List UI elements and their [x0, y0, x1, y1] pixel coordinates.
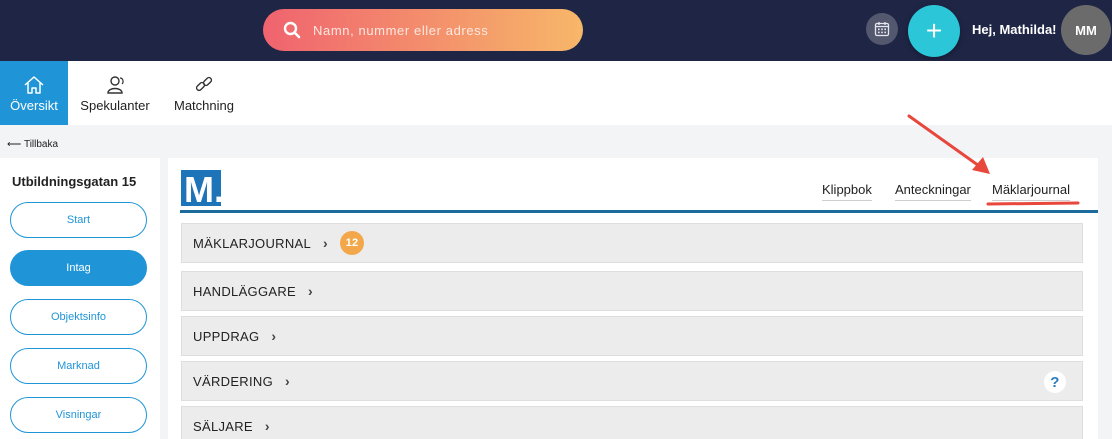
- property-sidebar: Utbildningsgatan 15 Start Intag Objektsi…: [0, 158, 160, 439]
- tab-label: Klippbok: [822, 182, 872, 197]
- tab-underline: [822, 200, 872, 201]
- users-icon: [103, 74, 127, 96]
- tab-underline: [895, 200, 971, 201]
- nav-item-oversikt[interactable]: Översikt: [0, 61, 68, 125]
- section-label: SÄLJARE: [193, 418, 253, 434]
- back-link[interactable]: ⟵ Tillbaka: [7, 139, 58, 150]
- header-divider: [180, 210, 1098, 213]
- chevron-right-icon: ›: [323, 235, 329, 251]
- tab-underline: [992, 200, 1071, 201]
- arrow-left-icon: ⟵: [7, 139, 22, 150]
- sidebar-button-marknad[interactable]: Marknad: [10, 348, 147, 384]
- add-button[interactable]: +: [908, 5, 960, 57]
- section-vardering[interactable]: VÄRDERING › ?: [181, 361, 1083, 401]
- section-label: UPPDRAG: [193, 328, 260, 344]
- avatar[interactable]: MM: [1061, 5, 1111, 55]
- chevron-right-icon: ›: [271, 328, 277, 344]
- company-logo: M.: [181, 170, 224, 206]
- main-nav: Översikt Spekulanter Matchning: [0, 61, 1112, 125]
- sidebar-button-visningar[interactable]: Visningar: [10, 397, 147, 433]
- property-title: Utbildningsgatan 15: [12, 174, 137, 189]
- chevron-right-icon: ›: [285, 373, 290, 389]
- section-label: MÄKLARJOURNAL: [193, 235, 312, 251]
- section-label: VÄRDERING: [193, 373, 273, 389]
- nav-item-spekulanter[interactable]: Spekulanter: [74, 61, 156, 125]
- search-bar[interactable]: Namn, nummer eller adress: [263, 9, 583, 51]
- main-panel: M. Klippbok Anteckningar Mäklarjournal M…: [168, 158, 1098, 439]
- calendar-icon: [874, 22, 890, 37]
- section-handlaggare[interactable]: HANDLÄGGARE ›: [181, 271, 1083, 311]
- sidebar-button-start[interactable]: Start: [10, 202, 147, 238]
- nav-item-matchning[interactable]: Matchning: [168, 61, 240, 125]
- search-input[interactable]: Namn, nummer eller adress: [313, 23, 488, 38]
- help-icon[interactable]: ?: [1044, 371, 1066, 393]
- section-saljare[interactable]: SÄLJARE ›: [181, 406, 1083, 439]
- search-icon: [283, 21, 301, 39]
- back-link-label: Tillbaka: [23, 139, 59, 150]
- chevron-right-icon: ›: [308, 283, 313, 299]
- plus-icon: +: [925, 15, 943, 46]
- section-maklarjournal[interactable]: MÄKLARJOURNAL › 12: [181, 223, 1083, 263]
- nav-item-label: Översikt: [10, 97, 58, 113]
- section-uppdrag[interactable]: UPPDRAG ›: [181, 316, 1083, 356]
- link-icon: [193, 74, 215, 96]
- calendar-button[interactable]: [866, 13, 898, 45]
- tab-klippbok[interactable]: Klippbok: [822, 182, 872, 201]
- home-icon: [23, 74, 45, 96]
- user-greeting: Hej, Mathilda!: [972, 22, 1057, 37]
- logo-text: M.: [184, 170, 224, 206]
- sidebar-button-objektsinfo[interactable]: Objektsinfo: [10, 299, 147, 335]
- sidebar-button-intag[interactable]: Intag: [10, 250, 147, 286]
- nav-item-label: Spekulanter: [80, 97, 150, 113]
- tab-label: Anteckningar: [895, 182, 971, 197]
- nav-item-label: Matchning: [174, 97, 234, 113]
- count-badge: 12: [340, 231, 365, 255]
- chevron-right-icon: ›: [264, 418, 270, 434]
- section-label: HANDLÄGGARE: [193, 283, 296, 299]
- tab-maklarjournal[interactable]: Mäklarjournal: [992, 182, 1071, 201]
- tab-label: Mäklarjournal: [992, 182, 1071, 197]
- tab-anteckningar[interactable]: Anteckningar: [895, 182, 971, 201]
- top-bar: Namn, nummer eller adress + Hej, Mathild…: [0, 0, 1112, 61]
